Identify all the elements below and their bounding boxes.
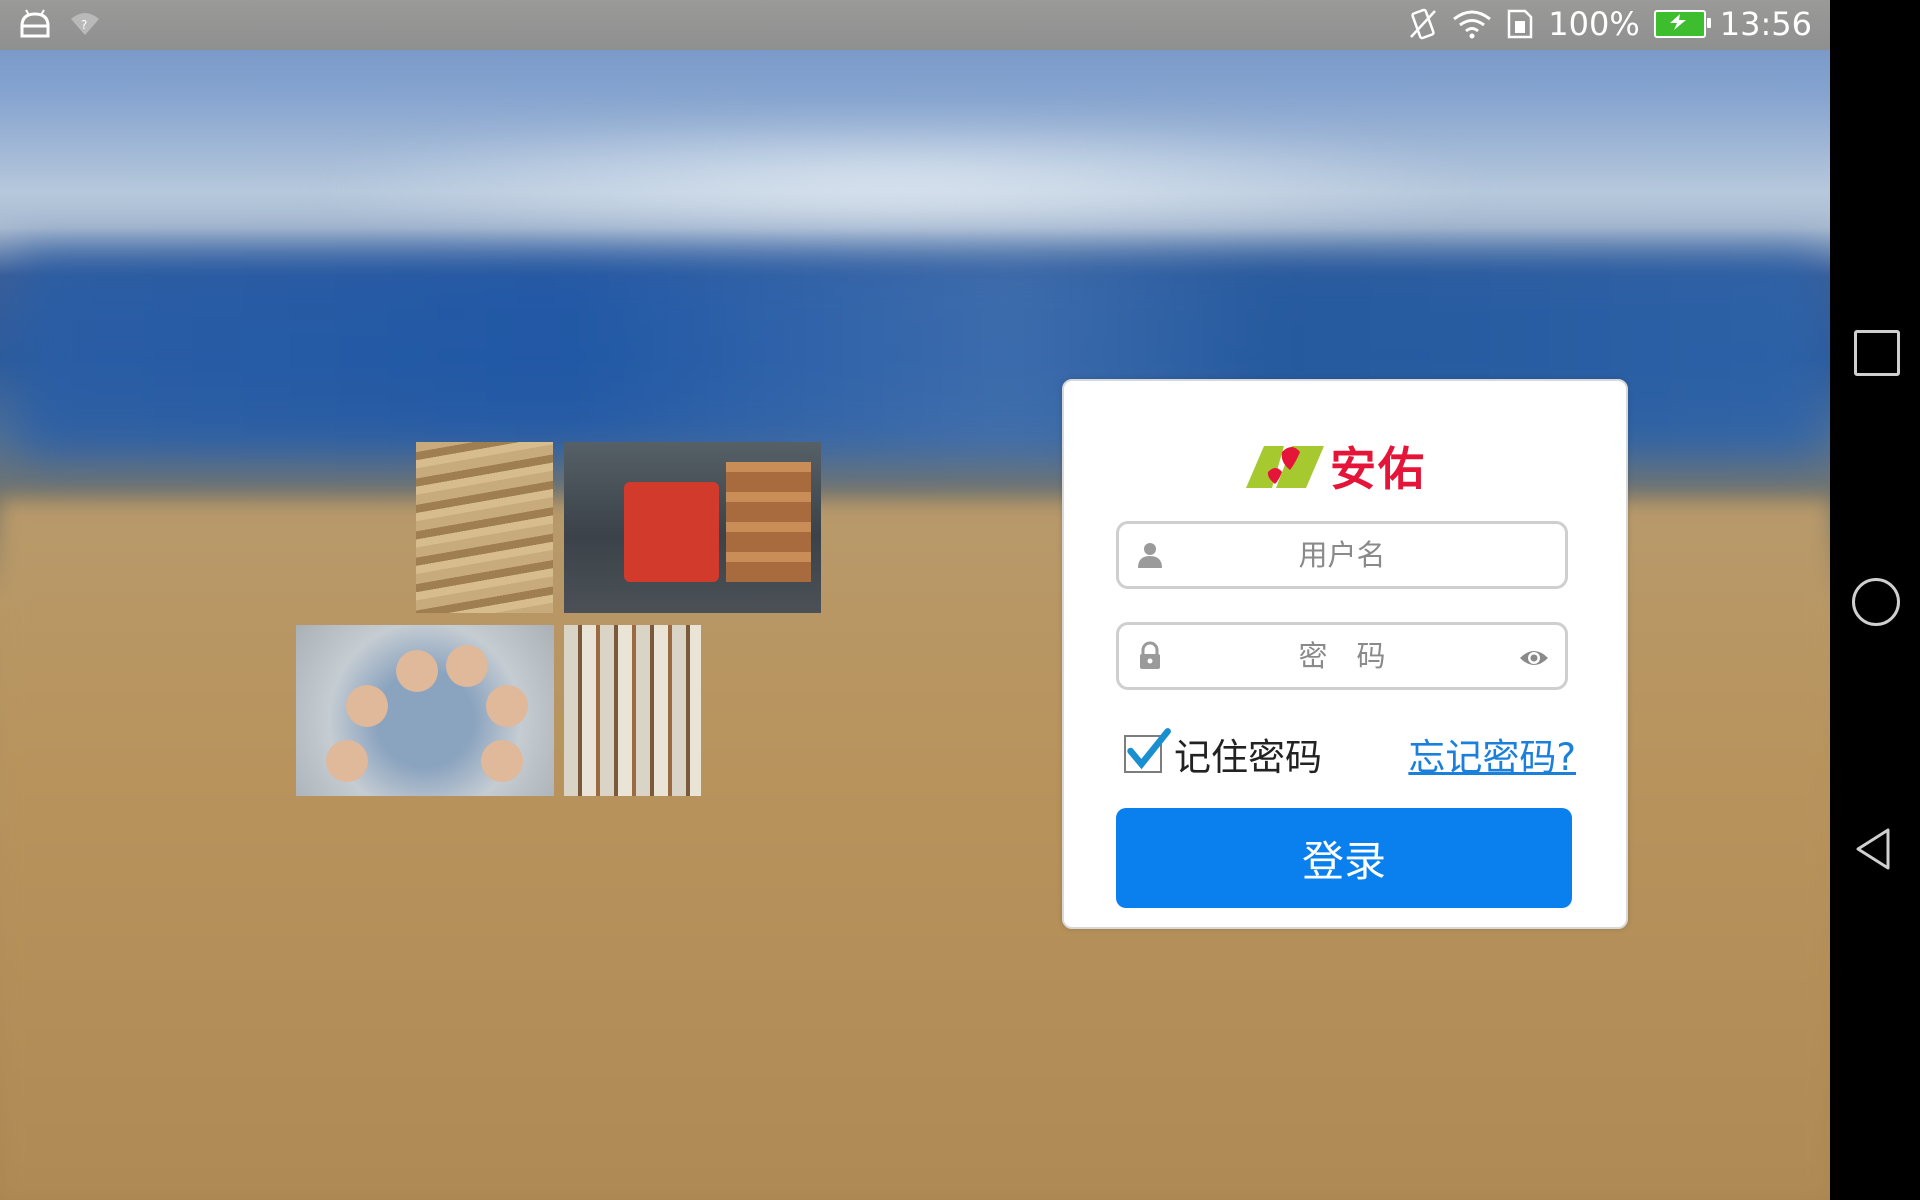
brand-logo: 安佑 <box>1246 433 1426 499</box>
team-member <box>486 685 528 727</box>
team-member <box>346 685 388 727</box>
battery-percent: 100% <box>1548 5 1640 43</box>
status-right: 100% 13:56 <box>1408 5 1812 43</box>
login-card: 安佑 用户名 记住密码 忘记密码? 登录 <box>1062 379 1628 929</box>
username-field[interactable] <box>1116 521 1568 589</box>
status-bar: ? 100% 13:56 <box>0 0 1830 50</box>
app-screen: 安佑 用户名 记住密码 忘记密码? 登录 <box>0 0 1830 1200</box>
navigation-bar <box>1830 0 1920 1200</box>
user-icon <box>1138 543 1162 568</box>
wifi-icon <box>1453 10 1492 39</box>
android-debug-icon <box>20 9 50 38</box>
login-button[interactable]: 登录 <box>1116 808 1572 908</box>
remember-password-toggle[interactable]: 记住密码 <box>1124 727 1322 781</box>
battery-charging-icon <box>1653 10 1711 38</box>
password-input[interactable] <box>1170 638 1514 674</box>
home-icon[interactable] <box>1852 578 1900 626</box>
team-member <box>446 645 488 687</box>
wifi-question-icon: ? <box>71 13 99 35</box>
team-member <box>396 650 438 692</box>
remember-label: 记住密码 <box>1174 736 1322 779</box>
checkmark-icon <box>1127 728 1171 770</box>
eye-icon[interactable] <box>1519 645 1549 671</box>
clock: 13:56 <box>1719 5 1812 43</box>
background-sky <box>300 120 1500 250</box>
photo-forklift-warehouse <box>564 442 821 613</box>
team-member <box>481 740 523 782</box>
remember-checkbox[interactable] <box>1124 728 1171 773</box>
brand-name: 安佑 <box>1330 442 1426 496</box>
status-left-icons: ? <box>18 8 100 40</box>
team-member <box>326 740 368 782</box>
pallet-boxes-shape <box>726 462 811 582</box>
photo-grain-sacks <box>416 442 553 613</box>
brand-mark-icon <box>1246 446 1324 488</box>
photo-team <box>296 625 554 796</box>
vibrate-icon <box>1410 8 1437 40</box>
back-icon[interactable] <box>1852 826 1898 872</box>
forgot-password-link[interactable]: 忘记密码? <box>1408 727 1576 781</box>
svg-text:?: ? <box>81 18 87 32</box>
forklift-shape <box>624 482 719 582</box>
lock-icon <box>1140 641 1160 669</box>
photo-product-shelves <box>564 625 701 796</box>
recent-apps-icon[interactable] <box>1854 330 1900 376</box>
username-input[interactable] <box>1170 537 1514 573</box>
sim-icon <box>1508 9 1533 39</box>
password-field[interactable] <box>1116 622 1568 690</box>
